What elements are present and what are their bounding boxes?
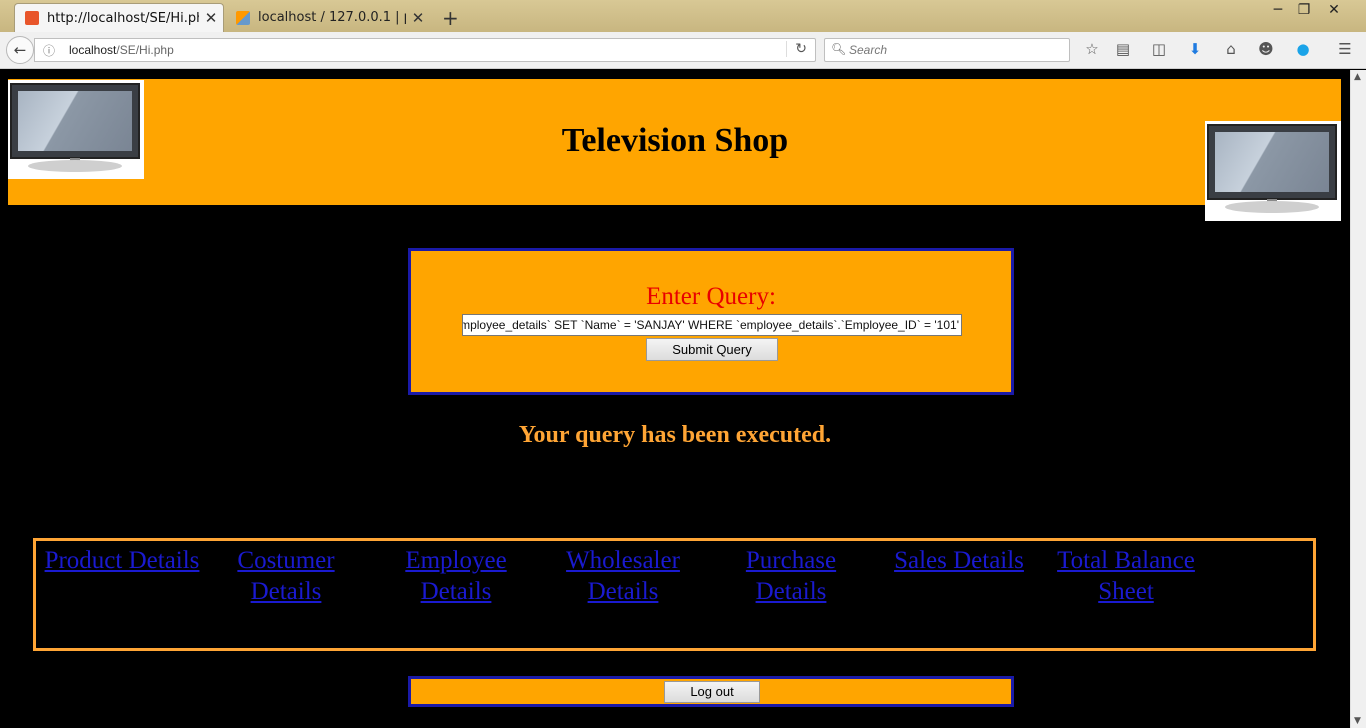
link-product-details[interactable]: Product Details bbox=[42, 545, 202, 576]
browser-tab-bar: http://localhost/SE/Hi.php ✕ localhost /… bbox=[0, 0, 1366, 32]
query-input-value: UPDATE `employee_details` SET `Name` = '… bbox=[463, 318, 959, 332]
navigation-links: Product Details Costumer Details Employe… bbox=[33, 538, 1316, 651]
restore-icon[interactable]: ❐ bbox=[1290, 2, 1318, 18]
phpmyadmin-icon bbox=[236, 10, 250, 25]
xampp-icon bbox=[25, 11, 39, 25]
reading-list-icon[interactable]: ▤ bbox=[1112, 40, 1134, 60]
scroll-up-icon[interactable]: ▲ bbox=[1354, 72, 1361, 82]
info-icon[interactable]: ⓘ bbox=[43, 42, 55, 59]
query-form: Enter Query: UPDATE `employee_details` S… bbox=[408, 248, 1014, 395]
submit-query-button[interactable]: Submit Query bbox=[646, 338, 778, 361]
menu-icon[interactable]: ☰ bbox=[1334, 40, 1356, 60]
scrollbar[interactable]: ▲ ▼ bbox=[1350, 70, 1366, 728]
query-input[interactable]: UPDATE `employee_details` SET `Name` = '… bbox=[462, 314, 962, 336]
url-path: /SE/Hi.php bbox=[116, 43, 174, 57]
close-tab-icon[interactable]: ✕ bbox=[406, 9, 430, 27]
link-employee-details[interactable]: Employee Details bbox=[396, 545, 516, 607]
url-text: localhost/SE/Hi.php bbox=[69, 43, 174, 57]
home-icon[interactable]: ⌂ bbox=[1220, 40, 1242, 60]
minimize-icon[interactable]: ─ bbox=[1264, 2, 1292, 18]
new-tab-icon[interactable]: + bbox=[442, 6, 459, 30]
url-host: localhost bbox=[69, 43, 117, 57]
search-input[interactable]: 🔍︎ Search bbox=[824, 38, 1070, 62]
query-label: Enter Query: bbox=[646, 283, 776, 310]
link-costumer-details[interactable]: Costumer Details bbox=[226, 545, 346, 607]
link-wholesaler-details[interactable]: Wholesaler Details bbox=[558, 545, 688, 607]
reload-icon[interactable]: ↻ bbox=[786, 41, 807, 57]
link-sales-details[interactable]: Sales Details bbox=[892, 545, 1026, 576]
close-window-icon[interactable]: ✕ bbox=[1320, 2, 1348, 18]
tab-title: localhost / 127.0.0.1 | php... bbox=[258, 10, 406, 25]
download-icon[interactable]: ⬇ bbox=[1184, 40, 1206, 60]
pocket-icon[interactable]: ◫ bbox=[1148, 40, 1170, 60]
television-image-right bbox=[1205, 121, 1341, 221]
back-icon[interactable]: ← bbox=[6, 36, 34, 64]
hello-icon[interactable]: ☻ bbox=[1255, 40, 1277, 60]
logout-button[interactable]: Log out bbox=[664, 681, 760, 703]
page-content: Television Shop Enter Query: UPDATE `emp… bbox=[0, 70, 1350, 728]
logout-form: Log out bbox=[408, 676, 1014, 707]
url-bar[interactable]: ⓘ localhost/SE/Hi.php ↻ bbox=[34, 38, 816, 62]
close-tab-icon[interactable]: ✕ bbox=[199, 9, 223, 27]
tab-phpmyadmin[interactable]: localhost / 127.0.0.1 | php... ✕ bbox=[228, 3, 430, 32]
status-message: Your query has been executed. bbox=[518, 422, 832, 448]
search-icon: 🔍︎ bbox=[831, 42, 847, 56]
link-purchase-details[interactable]: Purchase Details bbox=[736, 545, 846, 607]
scroll-down-icon[interactable]: ▼ bbox=[1354, 716, 1361, 726]
tab-hi-php[interactable]: http://localhost/SE/Hi.php ✕ bbox=[14, 3, 224, 32]
bookmark-star-icon[interactable]: ☆ bbox=[1081, 40, 1103, 60]
link-total-balance-sheet[interactable]: Total Balance Sheet bbox=[1056, 545, 1196, 607]
page-title: Television Shop bbox=[561, 122, 789, 159]
tab-title: http://localhost/SE/Hi.php bbox=[47, 10, 199, 26]
skype-icon[interactable]: ● bbox=[1292, 40, 1314, 60]
search-placeholder: Search bbox=[849, 43, 888, 57]
